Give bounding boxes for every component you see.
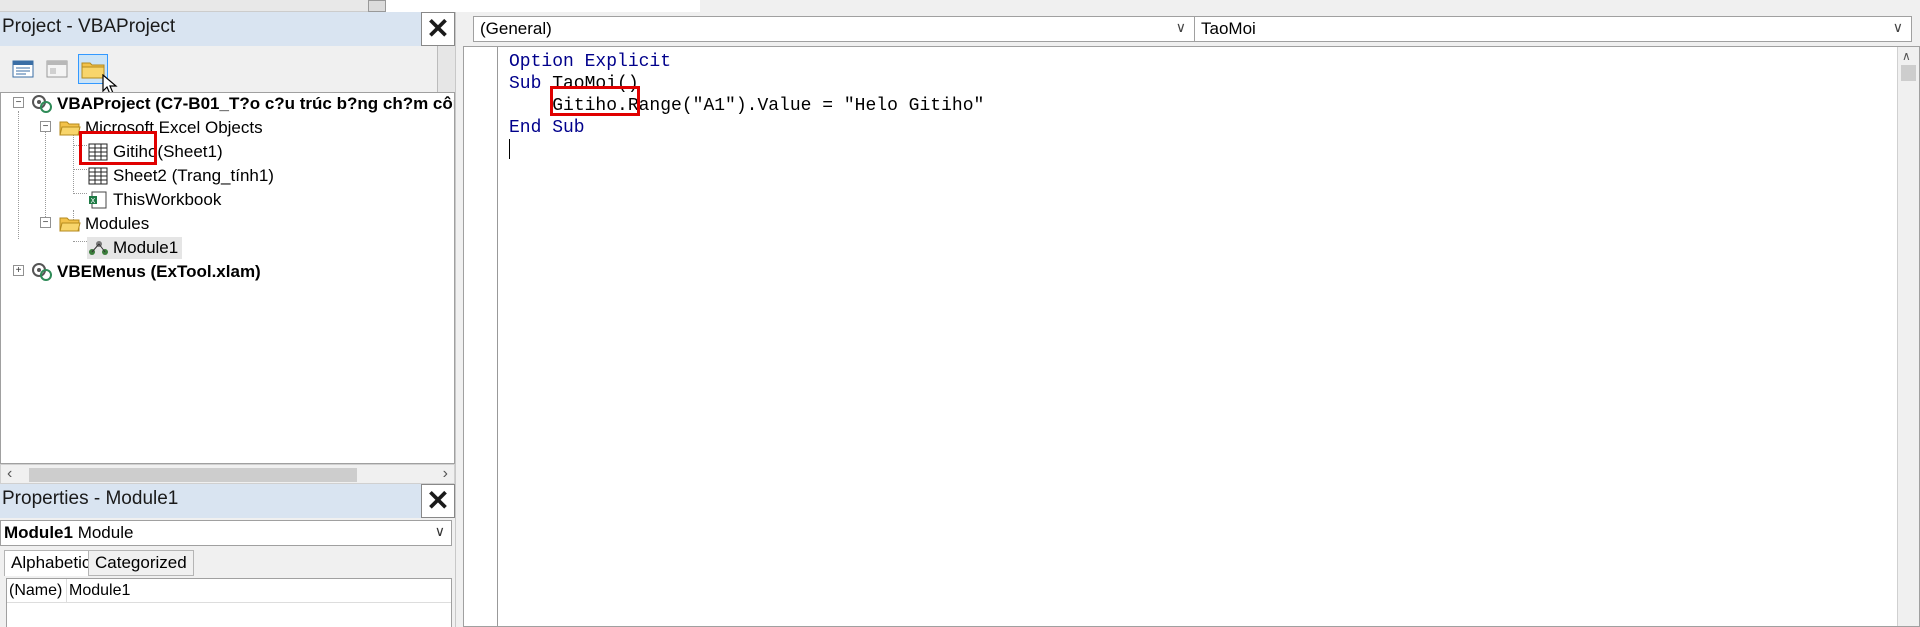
tree-line	[73, 241, 87, 242]
tree-node-label: Sheet2 (Trang_tính1)	[113, 166, 274, 185]
code-editor[interactable]: Option Explicit Sub TaoMoi() Gitiho.Rang…	[463, 46, 1920, 627]
project-close-button[interactable]: ✕	[421, 12, 455, 46]
collapse-toggle[interactable]: −	[40, 217, 51, 228]
properties-object-select[interactable]: Module1 Module ∨	[0, 520, 452, 546]
project-tree: − VBAProject (C7-B01_T?o c?u trúc b?ng c…	[0, 92, 455, 464]
project-hscrollbar[interactable]: ‹ ›	[0, 464, 455, 484]
tree-node-label: ThisWorkbook	[113, 190, 222, 209]
workbook-icon: X	[87, 190, 109, 210]
module-icon	[87, 238, 109, 258]
properties-pane-title: Properties - Module1 ✕	[0, 484, 455, 518]
properties-pane-title-text: Properties - Module1	[2, 488, 179, 509]
svg-text:X: X	[91, 197, 96, 205]
code-window: (General) ∨ TaoMoi ∨ Option Explicit Sub…	[463, 12, 1920, 627]
property-value[interactable]: Module1	[67, 582, 130, 600]
project-pane-title: Project - VBAProject ✕	[0, 12, 455, 46]
object-select-value: (General)	[480, 19, 552, 38]
property-row[interactable]: (Name) Module1	[7, 579, 451, 603]
tree-line	[73, 169, 87, 170]
close-icon: ✕	[426, 485, 450, 516]
vbaproject-icon	[31, 94, 53, 114]
tree-node-module1[interactable]: Module1	[87, 237, 183, 259]
object-select[interactable]: (General) ∨	[473, 16, 1195, 42]
sheet1-tabname: (Sheet1)	[157, 142, 223, 161]
tree-line	[73, 193, 87, 194]
properties-object-type: Module	[77, 523, 134, 542]
pane-splitter[interactable]	[455, 12, 463, 627]
properties-close-button[interactable]: ✕	[421, 484, 455, 518]
procedure-select[interactable]: TaoMoi ∨	[1195, 16, 1912, 42]
code-keyword: Sub	[509, 74, 542, 94]
highlight-box	[550, 86, 640, 116]
toolbar-combo-fragment[interactable]	[0, 0, 380, 12]
scroll-up-icon[interactable]: ∧	[1902, 49, 1911, 63]
project-toolbar	[0, 46, 455, 95]
tree-node-vbaproject[interactable]: VBAProject (C7-B01_T?o c?u trúc b?ng ch?…	[31, 93, 455, 115]
code-keyword: End Sub	[509, 118, 585, 138]
code-keyword: Option Explicit	[509, 52, 672, 72]
properties-object-name: Module1	[4, 523, 73, 542]
view-object-button[interactable]	[42, 54, 72, 84]
folder-open-icon	[59, 214, 81, 234]
expand-toggle[interactable]: +	[13, 265, 24, 276]
tree-node-thisworkbook[interactable]: X ThisWorkbook	[87, 189, 221, 211]
highlight-box	[79, 131, 157, 165]
tab-categorized[interactable]: Categorized	[88, 550, 194, 576]
code-text-segment: .Range("A1").Value = "Helo Gitiho"	[617, 96, 985, 116]
tree-node-label: Module1	[113, 238, 179, 257]
worksheet-icon	[87, 166, 109, 186]
view-code-button[interactable]	[8, 54, 38, 84]
folder-open-icon	[59, 118, 81, 138]
tree-node-label: VBEMenus (ExTool.xlam)	[57, 262, 261, 281]
collapse-toggle[interactable]: −	[40, 121, 51, 132]
scroll-right-icon[interactable]: ›	[443, 465, 448, 483]
margin-indicator-bar[interactable]	[464, 47, 498, 626]
tree-node-label: Modules	[85, 214, 150, 233]
close-icon: ✕	[426, 13, 450, 44]
vbaproject-icon	[31, 262, 53, 282]
procedure-select-value: TaoMoi	[1201, 19, 1256, 38]
chevron-down-icon: ∨	[434, 523, 445, 539]
tree-node-modules[interactable]: Modules	[59, 213, 149, 235]
project-pane-title-text: Project - VBAProject	[2, 16, 176, 37]
text-caret	[509, 139, 510, 159]
tab-alphabetic[interactable]: Alphabetic	[4, 550, 98, 576]
property-key: (Name)	[7, 579, 67, 602]
left-panes: Project - VBAProject ✕ − VBAProject (C7-…	[0, 12, 460, 627]
scroll-left-icon[interactable]: ‹	[7, 465, 12, 483]
view-object-icon	[46, 60, 68, 78]
collapse-toggle[interactable]: −	[13, 97, 24, 108]
tree-line	[18, 111, 19, 239]
view-code-icon	[12, 60, 34, 78]
tree-node-sheet2[interactable]: Sheet2 (Trang_tính1)	[87, 165, 274, 187]
top-toolbar-fragment	[0, 0, 700, 12]
tree-line	[73, 135, 74, 192]
toolbar-overflow-scroll[interactable]	[437, 46, 455, 92]
properties-grid: (Name) Module1	[6, 578, 452, 627]
chevron-down-icon: ∨	[1175, 19, 1186, 35]
chevron-down-icon: ∨	[1892, 19, 1903, 35]
scroll-thumb[interactable]	[1901, 65, 1916, 81]
tree-node-label: VBAProject (C7-B01_T?o c?u trúc b?ng ch?…	[57, 94, 455, 113]
toolbar-dropdown-button[interactable]	[368, 0, 386, 12]
tree-line	[45, 121, 46, 221]
tree-node-vbemenus[interactable]: VBEMenus (ExTool.xlam)	[31, 261, 261, 283]
scroll-thumb[interactable]	[29, 468, 357, 482]
properties-tabs: Alphabetic Categorized	[0, 550, 452, 576]
code-vscrollbar[interactable]: ∧	[1897, 47, 1919, 626]
